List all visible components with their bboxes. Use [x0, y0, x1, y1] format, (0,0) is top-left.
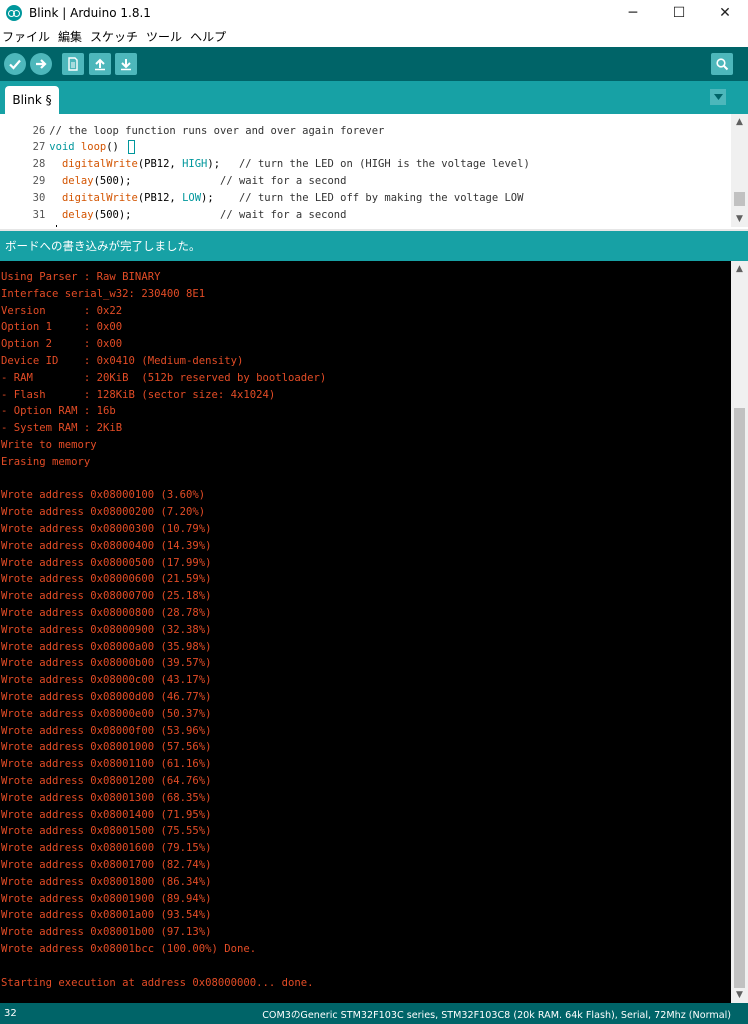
console-line: Wrote address 0x08001400 (71.95%): [1, 808, 212, 821]
console-line: Wrote address 0x08001800 (86.34%): [1, 875, 212, 888]
menu-file[interactable]: ファイル: [0, 28, 54, 45]
console-line: Interface serial_w32: 230400 8E1: [1, 287, 206, 300]
console-line: Option 1 : 0x00: [1, 321, 123, 334]
code-line: 29 delay(500); // wait for a second: [0, 156, 730, 187]
console-line: Wrote address 0x08000f00 (53.96%): [1, 724, 212, 737]
console-scrollbar-thumb[interactable]: [734, 408, 745, 988]
code-line: 32}: [0, 207, 730, 227]
scroll-down-icon[interactable]: ▼: [731, 211, 748, 227]
console-line: Wrote address 0x08000c00 (43.17%): [1, 674, 212, 687]
menu-edit[interactable]: 編集: [56, 28, 86, 45]
menu-bar: ファイル 編集 スケッチ ツール ヘルプ: [0, 26, 748, 47]
save-icon: [121, 59, 131, 71]
console-line: Wrote address 0x08001200 (64.76%): [1, 775, 212, 787]
menu-help[interactable]: ヘルプ: [188, 28, 230, 45]
console-line: Wrote address 0x08001000 (57.56%): [1, 741, 212, 754]
code-editor[interactable]: 26// the loop function runs over and ove…: [0, 114, 748, 227]
editor-scrollbar[interactable]: ▲ ▼: [731, 114, 748, 227]
console-line: Wrote address 0x08000700 (25.18%): [1, 590, 212, 603]
console-line: Wrote address 0x08000400 (14.39%): [1, 539, 212, 552]
new-icon: [68, 57, 78, 71]
console-line: Wrote address 0x08000d00 (46.77%): [1, 691, 212, 703]
editor-scrollbar-thumb[interactable]: [734, 192, 745, 206]
console-scrollbar[interactable]: ▲ ▼: [731, 261, 748, 1003]
console-line: Wrote address 0x08000800 (28.78%): [1, 607, 212, 619]
status-message: ボードへの書き込みが完了しました。: [5, 239, 201, 253]
board-info: COM3のGeneric STM32F103C series, STM32F10…: [262, 1009, 731, 1021]
console-line: Wrote address 0x08000a00 (35.98%): [1, 640, 212, 653]
console-line: Wrote address 0x08000600 (21.59%): [1, 573, 212, 586]
console-line: Wrote address 0x08000500 (17.99%): [1, 556, 212, 569]
verify-icon: [9, 59, 21, 70]
console-line: Using Parser : Raw BINARY: [1, 271, 161, 283]
console-line: Write to memory: [1, 439, 97, 451]
tab-blink[interactable]: Blink §: [5, 86, 59, 114]
console-line: - Flash : 128KiB (sector size: 4x1024): [1, 388, 276, 401]
tab-menu-button[interactable]: [710, 89, 726, 105]
console-line: Wrote address 0x08001a00 (93.54%): [1, 909, 212, 922]
upload-button[interactable]: [30, 53, 52, 75]
menu-tools[interactable]: ツール: [144, 28, 186, 45]
tab-strip: Blink §: [0, 81, 748, 114]
status-message-bar: ボードへの書き込みが完了しました。: [0, 229, 748, 261]
console-line: - RAM : 20KiB (512b reserved by bootload…: [1, 371, 327, 384]
serial-monitor-icon: [716, 58, 729, 71]
console-line: Device ID : 0x0410 (Medium-density): [1, 355, 244, 367]
console-line: Wrote address 0x08000100 (3.60%): [1, 489, 206, 502]
console-line: Erasing memory: [1, 455, 91, 468]
code-line: 30 digitalWrite(PB12, LOW); // turn the …: [0, 173, 730, 204]
text-caret: [55, 225, 57, 227]
verify-button[interactable]: [4, 53, 26, 75]
title-bar: Blink | Arduino 1.8.1 ─ ☐ ✕: [0, 0, 748, 26]
serial-monitor-button[interactable]: [711, 53, 733, 75]
maximize-button[interactable]: ☐: [656, 0, 702, 26]
close-button[interactable]: ✕: [702, 0, 748, 26]
console-line: Wrote address 0x08000900 (32.38%): [1, 623, 212, 636]
menu-sketch[interactable]: スケッチ: [88, 28, 142, 45]
save-button[interactable]: [115, 53, 137, 75]
code-line: 31 delay(500); // wait for a second: [0, 190, 730, 221]
scroll-down-icon[interactable]: ▼: [731, 987, 748, 1003]
console-line: Version : 0x22: [1, 304, 123, 317]
open-icon: [95, 58, 105, 71]
current-line-number: 32: [4, 1008, 17, 1019]
upload-icon: [36, 59, 47, 69]
scroll-up-icon[interactable]: ▲: [731, 114, 748, 130]
window-controls: ─ ☐ ✕: [610, 0, 748, 26]
console-line: Wrote address 0x08001900 (89.94%): [1, 892, 212, 905]
console-line: Wrote address 0x08001bcc (100.00%) Done.: [1, 943, 257, 955]
scroll-up-icon[interactable]: ▲: [731, 261, 748, 277]
console-line: Wrote address 0x08001300 (68.35%): [1, 791, 212, 804]
console-line: Wrote address 0x08001500 (75.55%): [1, 825, 212, 838]
console-line: Wrote address 0x08001100 (61.16%): [1, 758, 212, 771]
chevron-down-icon: [713, 94, 723, 100]
bottom-status-bar: 32 COM3のGeneric STM32F103C series, STM32…: [0, 1003, 748, 1024]
new-sketch-button[interactable]: [62, 53, 84, 75]
code-line: 28 digitalWrite(PB12, HIGH); // turn the…: [0, 139, 730, 170]
toolbar: [0, 47, 748, 81]
open-button[interactable]: [89, 53, 111, 75]
console-line: - Option RAM : 16b: [1, 405, 116, 418]
console-line: Option 2 : 0x00: [1, 338, 123, 351]
console-line: Wrote address 0x08001600 (79.15%): [1, 842, 212, 855]
console-line: Wrote address 0x08000200 (7.20%): [1, 506, 206, 519]
minimize-button[interactable]: ─: [610, 0, 656, 26]
console-line: Wrote address 0x08000e00 (50.37%): [1, 707, 212, 720]
window-title: Blink | Arduino 1.8.1: [29, 6, 151, 20]
console-line: Wrote address 0x08000300 (10.79%): [1, 523, 212, 535]
console-line: Starting execution at address 0x08000000…: [1, 976, 314, 989]
console-line: Wrote address 0x08001b00 (97.13%): [1, 926, 212, 939]
console-line: Wrote address 0x08001700 (82.74%): [1, 859, 212, 871]
console-output[interactable]: Using Parser : Raw BINARY Interface seria…: [0, 261, 748, 1003]
console-line: Wrote address 0x08000b00 (39.57%): [1, 657, 212, 670]
code-line: 27 void loop(): [0, 122, 730, 154]
console-line: - System RAM : 2KiB: [1, 422, 123, 435]
line-number: 32: [25, 224, 46, 227]
arduino-logo-icon: [6, 5, 22, 21]
